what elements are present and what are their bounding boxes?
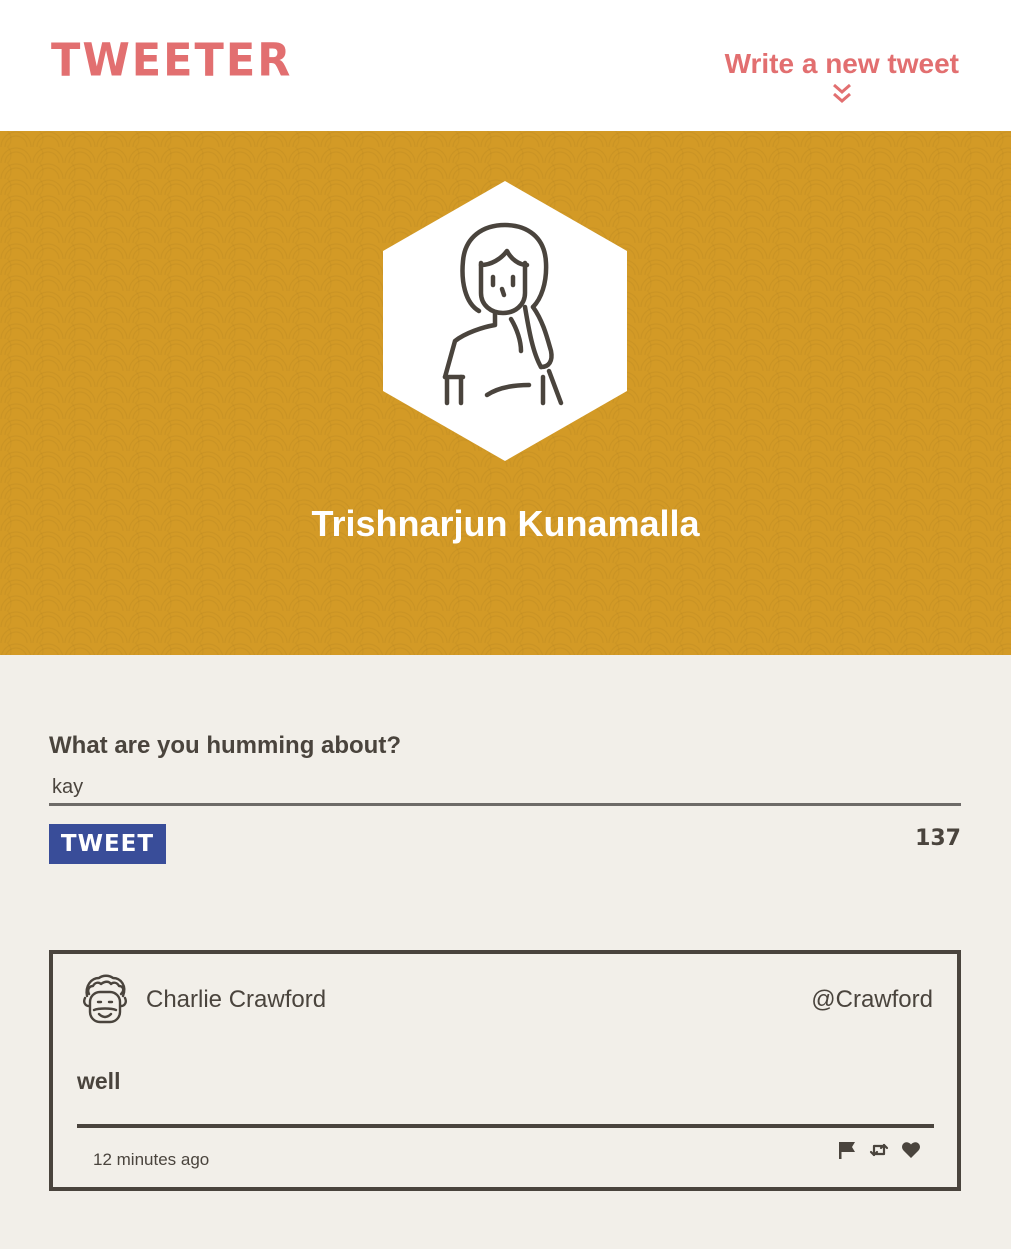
composer-prompt: What are you humming about? <box>49 732 401 759</box>
composer-actions: TWEET 137 <box>49 824 961 864</box>
woman-avatar-icon <box>383 181 627 461</box>
double-chevron-down-icon[interactable] <box>830 82 854 106</box>
tweet-divider <box>77 1124 934 1128</box>
write-new-tweet-toggle[interactable]: Write a new tweet <box>725 50 959 106</box>
tweet-actions <box>837 1140 921 1160</box>
tweet-author-handle: @Crawford <box>811 986 933 1013</box>
top-nav: TWEETER Write a new tweet <box>0 0 1011 131</box>
character-counter: 137 <box>915 826 961 851</box>
tweet-timestamp: 12 minutes ago <box>93 1150 210 1169</box>
heart-icon[interactable] <box>901 1140 921 1160</box>
tweet-card: Charlie Crawford @Crawford well 12 minut… <box>49 950 961 1191</box>
flag-icon[interactable] <box>837 1140 857 1160</box>
brand-logo[interactable]: TWEETER <box>51 38 292 84</box>
tweet-text-input[interactable] <box>49 772 961 806</box>
new-tweet-form: What are you humming about? TWEET 137 <box>49 732 961 864</box>
tweet-body: well <box>77 1068 121 1094</box>
retweet-icon[interactable] <box>869 1140 889 1160</box>
tweet-author-name: Charlie Crawford <box>146 986 327 1013</box>
tweet-submit-button[interactable]: TWEET <box>49 824 166 864</box>
profile-header: Trishnarjun Kunamalla <box>0 131 1011 655</box>
profile-name: Trishnarjun Kunamalla <box>311 503 700 544</box>
man-avatar-icon <box>83 974 127 1024</box>
write-new-tweet-label[interactable]: Write a new tweet <box>725 50 959 78</box>
